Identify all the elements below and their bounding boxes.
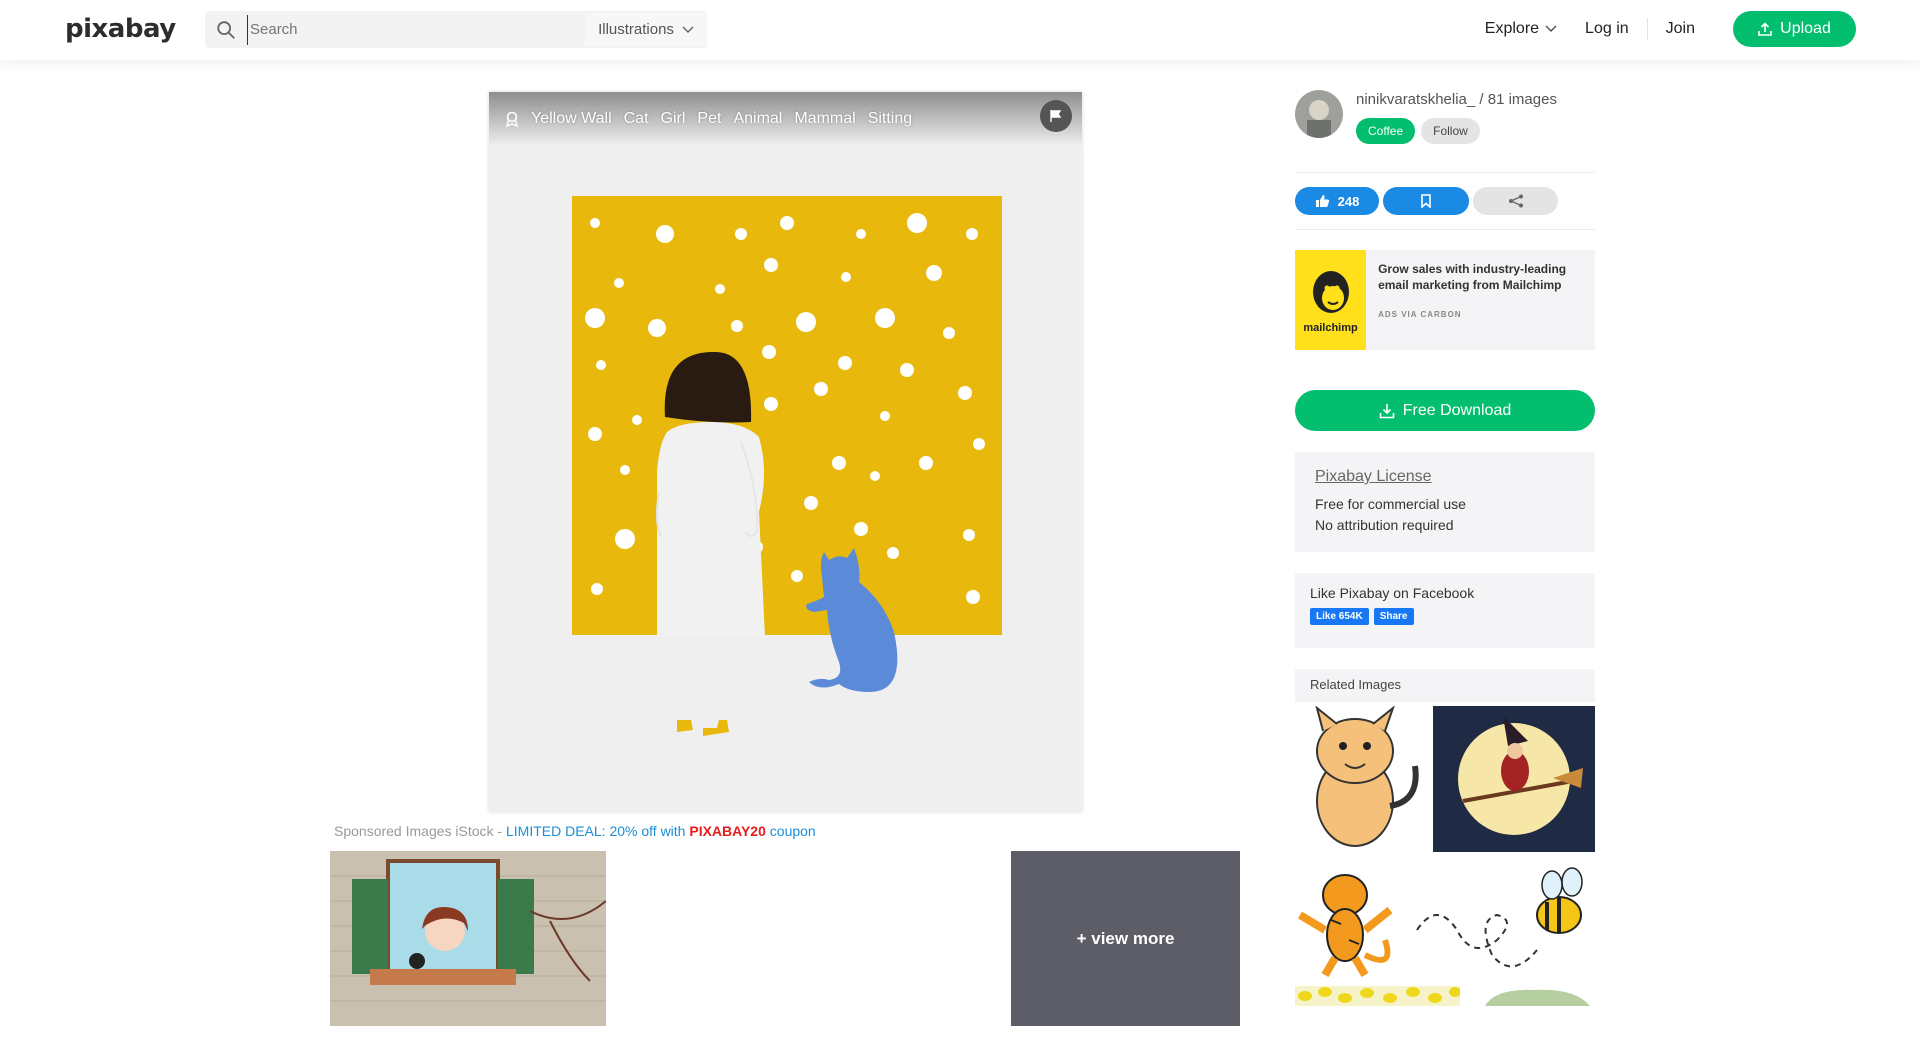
lemons-pattern-image xyxy=(1295,986,1460,1006)
tag-link[interactable]: Yellow Wall xyxy=(531,110,612,128)
tag-link[interactable]: Girl xyxy=(661,110,686,128)
upload-label: Upload xyxy=(1780,20,1831,37)
window-girl-cat-image xyxy=(330,851,607,1026)
bookmark-button[interactable] xyxy=(1383,187,1469,215)
tag-link[interactable]: Animal xyxy=(733,110,782,128)
sidebar: ninikvaratskhelia_ / 81 images Coffee Fo… xyxy=(1295,90,1595,1006)
thumbs-up-icon xyxy=(1315,195,1329,207)
flying-bee-image xyxy=(1407,860,1595,978)
related-image[interactable] xyxy=(1433,706,1595,852)
coffee-button[interactable]: Coffee xyxy=(1356,118,1416,144)
deal-text: LIMITED DEAL: 20% off with xyxy=(505,823,690,839)
istock-deal-link[interactable]: LIMITED DEAL: 20% off with PIXABAY20 cou… xyxy=(506,823,816,839)
facebook-share-button[interactable]: Share xyxy=(1373,608,1414,625)
facebook-box: Like Pixabay on Facebook Like 654K Share xyxy=(1295,573,1595,648)
search-type-label: Illustrations xyxy=(598,21,674,38)
chevron-down-icon xyxy=(1545,25,1557,33)
facebook-title: Like Pixabay on Facebook xyxy=(1310,585,1475,601)
sponsored-thumbnail[interactable] xyxy=(330,851,607,1026)
free-download-button[interactable]: Free Download xyxy=(1295,390,1595,431)
avatar-image xyxy=(1295,90,1343,138)
tag-icon xyxy=(505,111,519,128)
report-flag-button[interactable] xyxy=(1040,100,1072,132)
witch-moon-image xyxy=(1433,706,1595,852)
upload-button[interactable]: Upload xyxy=(1733,11,1856,47)
facebook-like-button[interactable]: Like 654K xyxy=(1310,608,1369,625)
related-image[interactable] xyxy=(1407,860,1595,978)
nav-divider xyxy=(1646,18,1648,40)
search-bar: Illustrations xyxy=(205,11,707,48)
author-avatar[interactable] xyxy=(1295,90,1343,138)
mailchimp-logo-icon xyxy=(1312,271,1349,313)
header-nav: Explore Log in Join Upload xyxy=(1457,11,1856,47)
author-block: ninikvaratskhelia_ / 81 images Coffee Fo… xyxy=(1295,90,1595,172)
ads-via-carbon[interactable]: ADS VIA CARBON xyxy=(1378,307,1583,323)
ad-image: mailchimp xyxy=(1295,250,1367,350)
download-icon xyxy=(1379,403,1395,418)
action-buttons: 248 xyxy=(1295,173,1595,229)
coupon-code: PIXABAY20 xyxy=(689,823,766,839)
search-icon[interactable] xyxy=(215,19,237,41)
main-image[interactable]: Yellow Wall Cat Girl Pet Animal Mammal S… xyxy=(489,92,1082,812)
chevron-down-icon xyxy=(682,25,694,33)
related-images-header: Related Images xyxy=(1295,669,1595,702)
license-line: Free for commercial use xyxy=(1315,496,1466,512)
share-button[interactable] xyxy=(1473,187,1558,215)
share-icon xyxy=(1508,194,1523,208)
facebook-buttons: Like 654K Share xyxy=(1310,608,1580,625)
tag-link[interactable]: Sitting xyxy=(868,110,912,128)
sponsored-images-line: Sponsored Images iStock - LIMITED DEAL: … xyxy=(334,823,816,839)
bookmark-icon xyxy=(1421,194,1431,208)
tag-link[interactable]: Pet xyxy=(697,110,721,128)
license-box: Pixabay License Free for commercial use … xyxy=(1295,452,1595,552)
tag-bar: Yellow Wall Cat Girl Pet Animal Mammal S… xyxy=(489,92,1082,146)
license-link[interactable]: Pixabay License xyxy=(1315,468,1575,486)
explore-menu[interactable]: Explore xyxy=(1485,20,1557,38)
author-image-count: / 81 images xyxy=(1479,91,1557,108)
view-more-button[interactable]: + view more xyxy=(1011,851,1240,1026)
sponsored-prefix: Sponsored Images iStock - xyxy=(334,823,506,839)
deal-suffix: coupon xyxy=(765,823,816,839)
author-buttons: Coffee Follow xyxy=(1356,118,1557,144)
author-line: ninikvaratskhelia_ / 81 images xyxy=(1356,91,1557,108)
search-type-dropdown[interactable]: Illustrations xyxy=(585,13,707,46)
search-input[interactable] xyxy=(247,14,577,45)
related-image[interactable] xyxy=(1475,986,1595,1006)
related-image[interactable] xyxy=(1295,986,1460,1006)
join-link[interactable]: Join xyxy=(1666,20,1695,38)
illustration-girl-cat-yellow-wall xyxy=(489,92,1082,812)
author-name[interactable]: ninikvaratskhelia_ xyxy=(1356,91,1475,108)
top-header: pixabay Illustrations Explore Log in Joi… xyxy=(0,0,1920,60)
ad-text: Grow sales with industry-leading email m… xyxy=(1378,262,1567,292)
green-shape-image xyxy=(1475,986,1595,1006)
carbon-ad[interactable]: mailchimp Grow sales with industry-leadi… xyxy=(1295,250,1595,350)
related-images-grid xyxy=(1295,706,1595,1006)
explore-label: Explore xyxy=(1484,20,1540,37)
follow-button[interactable]: Follow xyxy=(1421,118,1480,144)
pixabay-logo[interactable]: pixabay xyxy=(65,14,176,44)
ad-text-block: Grow sales with industry-leading email m… xyxy=(1366,250,1595,350)
like-button[interactable]: 248 xyxy=(1295,187,1379,215)
divider xyxy=(1295,229,1595,230)
related-image[interactable] xyxy=(1295,860,1405,978)
tag-link[interactable]: Cat xyxy=(624,110,649,128)
like-count: 248 xyxy=(1337,193,1360,209)
login-link[interactable]: Log in xyxy=(1585,20,1629,38)
author-info: ninikvaratskhelia_ / 81 images Coffee Fo… xyxy=(1356,90,1557,144)
license-line: No attribution required xyxy=(1315,517,1454,533)
cartoon-cat-image xyxy=(1295,706,1430,852)
tag-link[interactable]: Mammal xyxy=(794,110,855,128)
download-label: Free Download xyxy=(1402,401,1512,419)
related-image[interactable] xyxy=(1295,706,1430,852)
ad-brand: mailchimp xyxy=(1303,322,1358,334)
flag-icon xyxy=(1050,110,1062,122)
upload-icon xyxy=(1758,22,1772,36)
cartoon-tiger-image xyxy=(1295,860,1405,978)
